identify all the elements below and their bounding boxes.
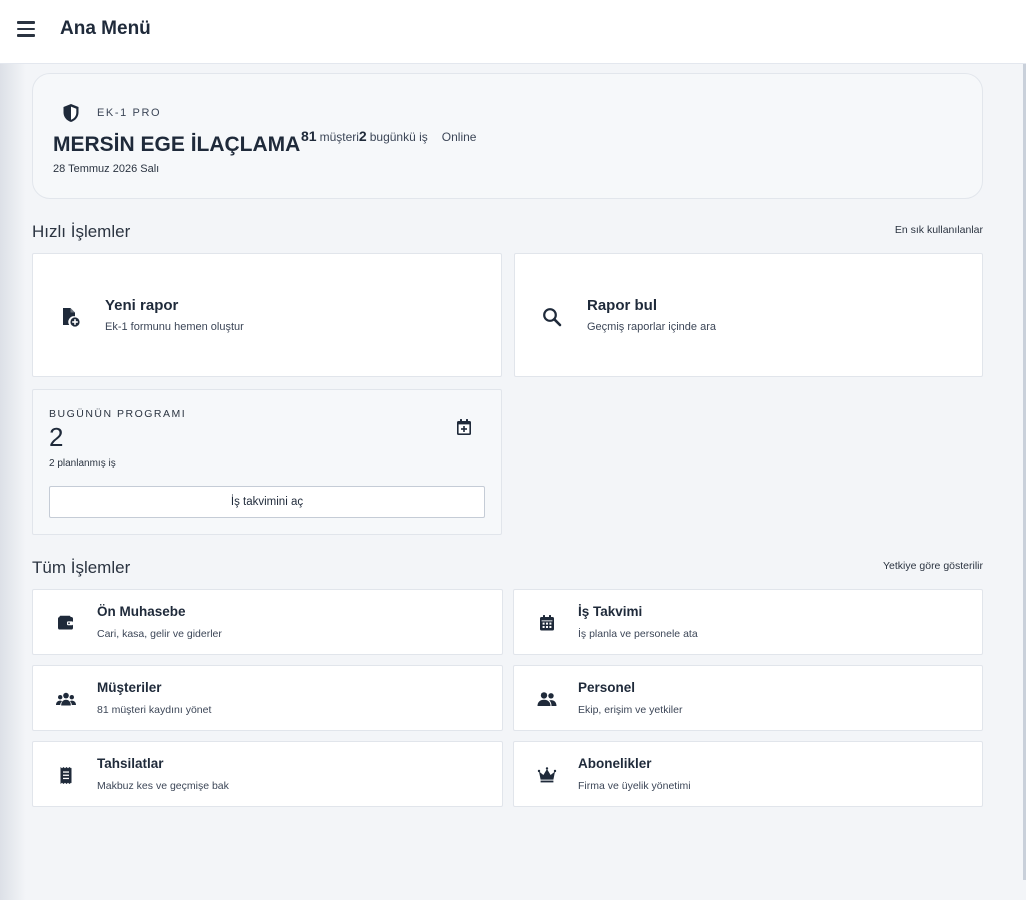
accounting-button[interactable]: Ön Muhasebe Cari, kasa, gelir ve giderle…	[32, 589, 503, 655]
find-report-subtitle: Geçmiş raporlar içinde ara	[587, 321, 716, 333]
hamburger-menu-icon[interactable]	[14, 17, 38, 41]
subscriptions-title: Abonelikler	[578, 756, 652, 771]
search-icon	[543, 308, 562, 327]
page-title: Ana Menü	[60, 18, 151, 39]
customers-button[interactable]: Müşteriler 81 müşteri kaydını yönet	[32, 665, 503, 731]
receipt-icon	[60, 767, 72, 784]
jobs-label: bugünkü iş	[369, 130, 428, 144]
subscriptions-subtitle: Firma ve üyelik yönetimi	[578, 780, 691, 792]
accounting-subtitle: Cari, kasa, gelir ve giderler	[97, 628, 222, 640]
customers-count: 81	[301, 128, 317, 144]
new-report-file-icon	[63, 308, 80, 327]
job-calendar-title: İş Takvimi	[578, 604, 643, 619]
customers-label: müşteri	[319, 130, 359, 144]
todays-program-count: 2	[49, 422, 64, 452]
staff-title: Personel	[578, 680, 636, 695]
shield-icon	[63, 104, 79, 122]
brand-tag: EK-1 PRO	[97, 107, 162, 119]
status-badge: Online	[441, 130, 477, 144]
collections-subtitle: Makbuz kes ve geçmişe bak	[97, 780, 229, 792]
all-operations-title: Tüm İşlemler	[32, 558, 131, 577]
job-calendar-button[interactable]: İş Takvimi İş planla ve personele ata	[513, 589, 983, 655]
wallet-icon	[58, 615, 73, 630]
hero-stats: 81 müşteri 2 bugünkü iş Online	[301, 128, 476, 144]
quick-actions-note: En sık kullanılanlar	[894, 224, 983, 236]
company-name: MERSİN EGE İLAÇLAMA	[53, 133, 301, 156]
collections-title: Tahsilatlar	[97, 756, 164, 771]
new-report-subtitle: Ek-1 formunu hemen oluştur	[105, 321, 244, 333]
app-header: Ana Menü	[0, 0, 1026, 64]
job-calendar-subtitle: İş planla ve personele ata	[578, 628, 698, 640]
staff-button[interactable]: Personel Ekip, erişim ve yetkiler	[513, 665, 983, 731]
new-report-button[interactable]: Yeni rapor Ek-1 formunu hemen oluştur	[32, 253, 502, 377]
open-calendar-button[interactable]: İş takvimini aç	[49, 486, 485, 518]
subscriptions-button[interactable]: Abonelikler Firma ve üyelik yönetimi	[513, 741, 983, 807]
quick-actions-title: Hızlı İşlemler	[32, 222, 131, 241]
jobs-count: 2	[358, 128, 367, 144]
calendar-add-icon	[457, 419, 471, 435]
todays-program-label: BUGÜNÜN PROGRAMI	[49, 408, 187, 420]
group-icon	[56, 692, 76, 706]
customers-subtitle: 81 müşteri kaydını yönet	[97, 704, 212, 716]
find-report-title: Rapor bul	[587, 297, 657, 314]
company-summary-card: EK-1 PRO MERSİN EGE İLAÇLAMA 28 Temmuz 2…	[32, 73, 983, 199]
crown-icon	[537, 767, 557, 783]
collections-button[interactable]: Tahsilatlar Makbuz kes ve geçmişe bak	[32, 741, 503, 807]
people-icon	[537, 692, 557, 706]
todays-program-card: BUGÜNÜN PROGRAMI 2 2 planlanmış iş İş ta…	[32, 389, 502, 535]
accounting-title: Ön Muhasebe	[97, 604, 186, 619]
customers-title: Müşteriler	[97, 680, 162, 695]
drawer-edge-shadow	[0, 0, 26, 900]
current-date: 28 Temmuz 2026 Salı	[53, 163, 160, 175]
calendar-icon	[540, 615, 554, 631]
new-report-title: Yeni rapor	[105, 297, 179, 314]
todays-program-subtitle: 2 planlanmış iş	[49, 458, 116, 469]
staff-subtitle: Ekip, erişim ve yetkiler	[578, 704, 683, 716]
all-operations-note: Yetkiye göre gösterilir	[883, 560, 983, 572]
find-report-button[interactable]: Rapor bul Geçmiş raporlar içinde ara	[514, 253, 983, 377]
